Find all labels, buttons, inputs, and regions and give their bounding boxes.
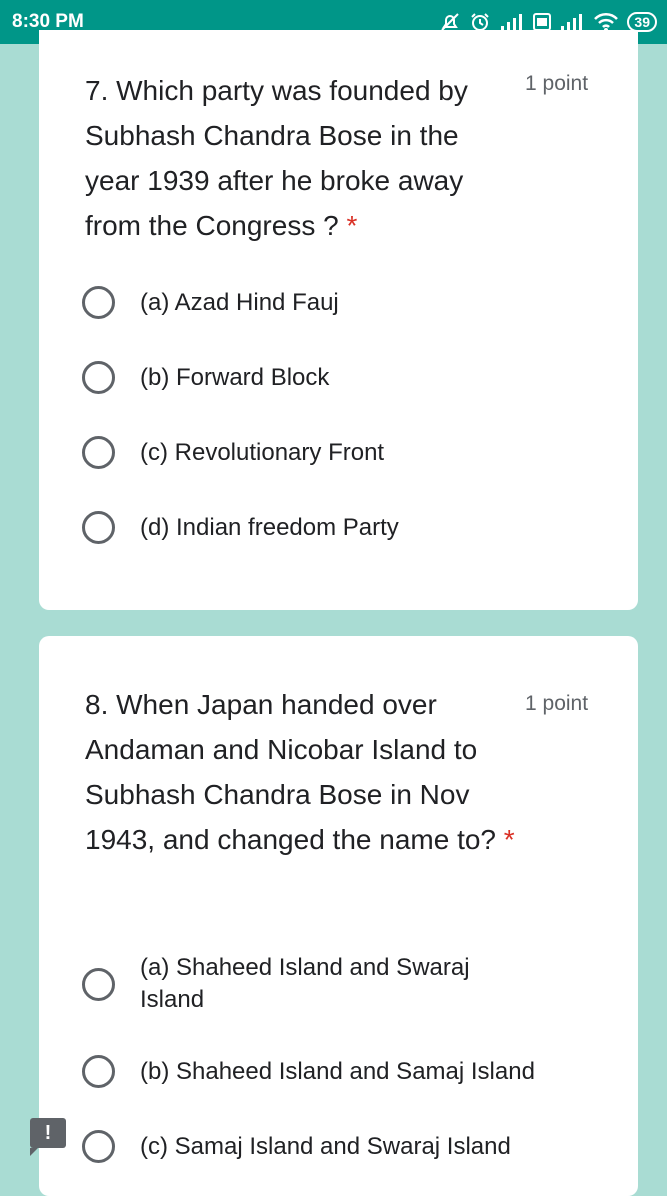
- option-radio[interactable]: (b) Shaheed Island and Samaj Island: [82, 1055, 580, 1088]
- radio-circle-icon[interactable]: [82, 361, 115, 394]
- question-card-8: 8. When Japan handed over Andaman and Ni…: [39, 636, 638, 1196]
- radio-circle-icon[interactable]: [82, 436, 115, 469]
- option-radio[interactable]: (a) Azad Hind Fauj: [82, 286, 580, 319]
- option-label[interactable]: (c) Samaj Island and Swaraj Island: [140, 1131, 580, 1163]
- option-radio[interactable]: (a) Shaheed Island and Swaraj Island: [82, 952, 520, 1016]
- option-radio[interactable]: (c) Samaj Island and Swaraj Island: [82, 1130, 580, 1163]
- question-text: 8. When Japan handed over Andaman and Ni…: [85, 689, 497, 855]
- question-card-7: 7. Which party was founded by Subhash Ch…: [39, 30, 638, 610]
- option-radio[interactable]: (d) Indian freedom Party: [82, 511, 580, 544]
- option-label[interactable]: (a) Shaheed Island and Swaraj Island: [140, 952, 520, 1016]
- radio-circle-icon[interactable]: [82, 511, 115, 544]
- option-radio[interactable]: (c) Revolutionary Front: [82, 436, 580, 469]
- radio-circle-icon[interactable]: [82, 1055, 115, 1088]
- option-label[interactable]: (a) Azad Hind Fauj: [140, 287, 580, 319]
- points-label: 1 point: [525, 72, 589, 95]
- signal-strength-2-icon: [561, 14, 583, 30]
- question-title: 7. Which party was founded by Subhash Ch…: [85, 68, 515, 248]
- battery-indicator: 39: [627, 12, 657, 32]
- option-label[interactable]: (b) Shaheed Island and Samaj Island: [140, 1056, 580, 1088]
- required-marker: *: [503, 824, 515, 855]
- question-title: 8. When Japan handed over Andaman and Ni…: [85, 682, 515, 862]
- report-feedback-icon[interactable]: !: [30, 1118, 66, 1156]
- radio-circle-icon[interactable]: [82, 967, 115, 1001]
- option-radio[interactable]: (b) Forward Block: [82, 361, 580, 394]
- radio-circle-icon[interactable]: [82, 286, 115, 319]
- option-label[interactable]: (b) Forward Block: [140, 362, 580, 394]
- required-marker: *: [346, 210, 358, 241]
- volte-icon: [533, 13, 552, 31]
- radio-circle-icon[interactable]: [82, 1130, 115, 1163]
- signal-strength-icon: [501, 14, 523, 30]
- points-label: 1 point: [525, 692, 589, 715]
- option-label[interactable]: (c) Revolutionary Front: [140, 437, 580, 469]
- option-label[interactable]: (d) Indian freedom Party: [140, 512, 580, 544]
- question-text: 7. Which party was founded by Subhash Ch…: [85, 75, 468, 241]
